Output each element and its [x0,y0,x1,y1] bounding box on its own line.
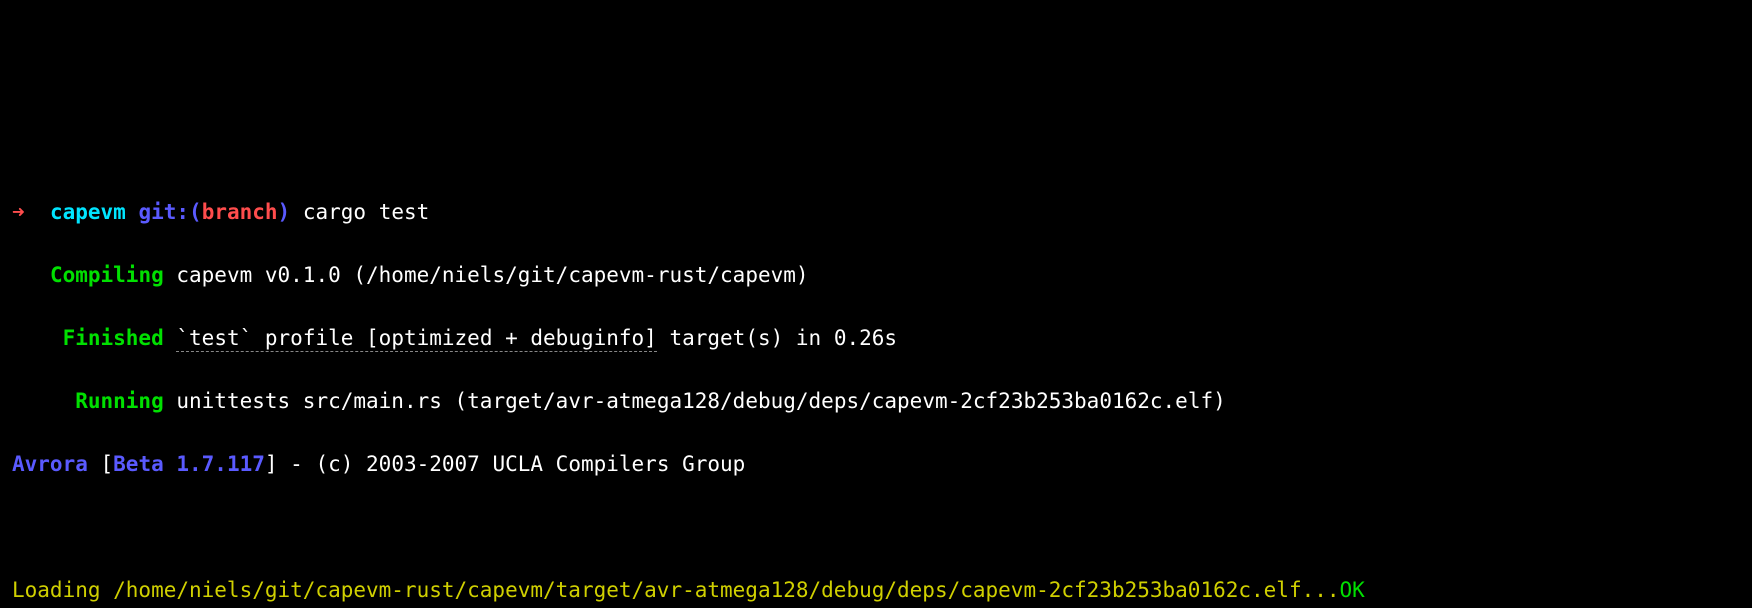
finished-line: Finished `test` profile [optimized + deb… [12,323,1740,355]
git-label: git:( [138,200,201,224]
avrora-rest: - (c) 2003-2007 UCLA Compilers Group [278,452,746,476]
prompt-dir: capevm [50,200,126,224]
loading-text: Loading /home/niels/git/capevm-rust/cape… [12,578,1340,602]
blank-line [12,512,1740,544]
git-branch: branch [202,200,278,224]
running-line: Running unittests src/main.rs (target/av… [12,386,1740,418]
running-text: unittests src/main.rs (target/avr-atmega… [164,389,1226,413]
finished-label: Finished [63,326,164,350]
command-text: cargo test [303,200,429,224]
running-label: Running [75,389,164,413]
compiling-label: Compiling [50,263,164,287]
prompt-arrow: ➜ [12,200,25,224]
compiling-text: capevm v0.1.0 (/home/niels/git/capevm-ru… [164,263,809,287]
loading-ok: OK [1340,578,1365,602]
finished-rest: target(s) in 0.26s [657,326,897,350]
avrora-version: Beta 1.7.117 [113,452,265,476]
compiling-line: Compiling capevm v0.1.0 (/home/niels/git… [12,260,1740,292]
avrora-name: Avrora [12,452,88,476]
avrora-line: Avrora [Beta 1.7.117] - (c) 2003-2007 UC… [12,449,1740,481]
terminal-output: ➜ capevm git:(branch) cargo test Compili… [0,158,1752,608]
finished-profile: `test` profile [optimized + debuginfo] [176,326,656,352]
loading-line: Loading /home/niels/git/capevm-rust/cape… [12,575,1740,607]
prompt-line[interactable]: ➜ capevm git:(branch) cargo test [12,197,1740,229]
git-close: ) [278,200,291,224]
